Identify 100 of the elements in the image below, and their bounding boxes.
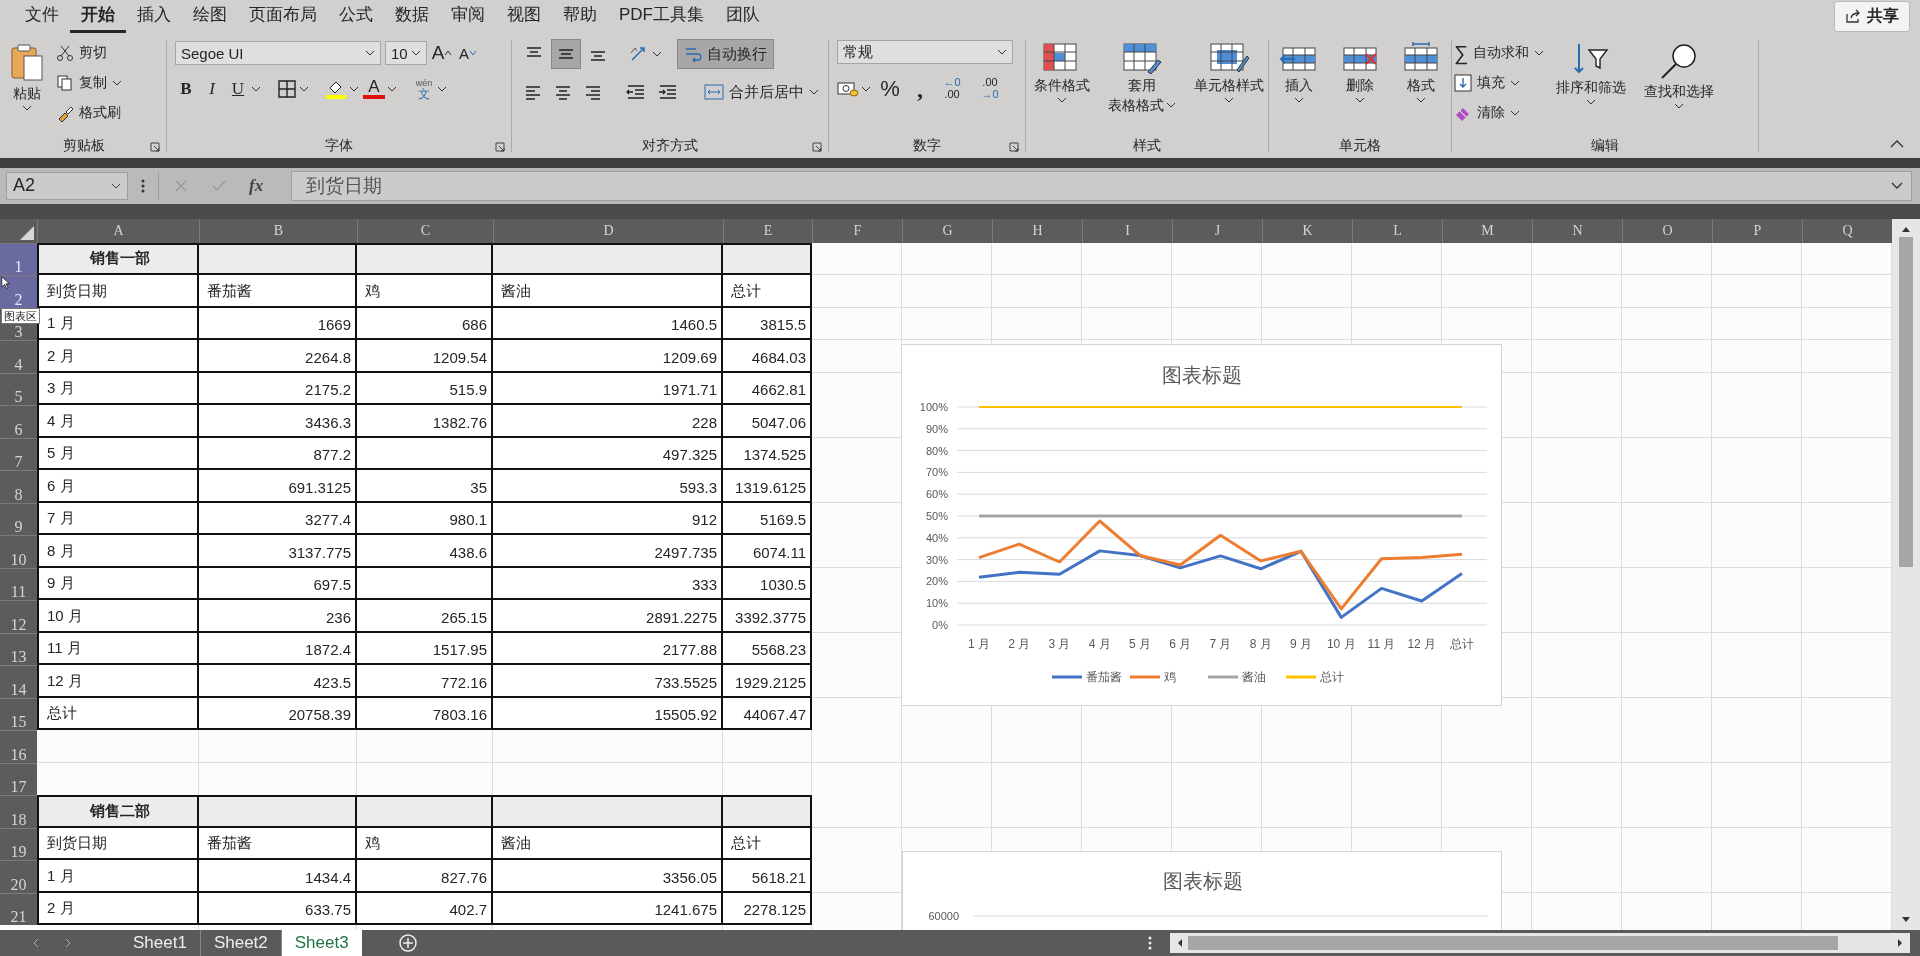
decrease-indent-icon[interactable] (625, 82, 647, 102)
name-box[interactable]: A2 (6, 171, 128, 200)
chart[interactable]: 图表标题 60000 (902, 850, 1502, 930)
column-header[interactable]: L (1352, 218, 1442, 243)
ribbon-tab[interactable]: 开始 (70, 0, 126, 33)
clear-button[interactable]: 清除 (1454, 100, 1545, 126)
line-chart[interactable]: 图表标题 0% 10% 20% 30% 40% 50% 60% 70% 80% 90% 100% 1 月 2 月 3 月 4 月 5 月 6 月 7 月 8 月 9 月 10 月 11 月 12 月 总计 番茄酱 鸡 酱油 总计 (901, 343, 1502, 706)
style-button[interactable]: 单元格样式 (1188, 40, 1270, 105)
font-size-dropdown[interactable]: 10 (385, 41, 427, 65)
fill-button[interactable]: 填充 (1454, 70, 1545, 96)
cut-button[interactable]: 剪切 (56, 40, 122, 66)
cells-button[interactable]: 插入 (1272, 40, 1325, 105)
sort-filter-button[interactable]: 排序和筛选 (1550, 40, 1633, 107)
row-header[interactable]: 9 (0, 502, 37, 536)
row-header[interactable]: 17 (0, 762, 37, 796)
ribbon-tab[interactable]: 公式 (328, 0, 384, 33)
decrease-font-button[interactable]: A (457, 40, 479, 66)
borders-icon[interactable] (277, 79, 297, 99)
formula-input[interactable]: 到货日期 (291, 170, 1912, 201)
row-header[interactable]: 6 (0, 405, 37, 438)
dialog-launcher-icon[interactable] (495, 141, 505, 152)
row-header[interactable]: 19 (0, 827, 37, 861)
cells-button[interactable]: 删除 (1334, 40, 1386, 105)
share-button[interactable]: 共享 (1834, 0, 1910, 32)
ribbon-tab[interactable]: 绘图 (182, 0, 238, 33)
ribbon-tab[interactable]: 插入 (126, 0, 182, 33)
row-header[interactable]: 14 (0, 665, 37, 698)
font-style-button[interactable]: I (201, 76, 223, 102)
ribbon-tab[interactable]: 数据 (384, 0, 440, 33)
row-header[interactable]: 18 (0, 795, 37, 828)
font-color-button[interactable]: A (363, 79, 385, 99)
sheet-tab[interactable]: Sheet3 (281, 930, 362, 956)
find-select-button[interactable]: 查找和选择 (1638, 40, 1721, 111)
insert-function-button[interactable]: fx (249, 175, 264, 196)
ribbon-tab[interactable]: PDF工具集 (608, 0, 715, 33)
column-header[interactable]: K (1262, 218, 1352, 243)
column-header[interactable]: A (37, 218, 199, 243)
scrollbar-thumb[interactable] (1188, 936, 1838, 950)
row-header[interactable]: 16 (0, 730, 37, 763)
dialog-launcher-icon[interactable] (1009, 141, 1019, 152)
select-all-icon[interactable] (20, 225, 34, 240)
caret-icon[interactable] (251, 86, 261, 92)
row-header[interactable]: 15 (0, 697, 37, 731)
scroll-down-icon[interactable] (1900, 916, 1912, 924)
column-header[interactable]: M (1442, 218, 1532, 243)
accounting-icon[interactable] (837, 80, 859, 98)
style-button[interactable]: 套用 表格格式 (1102, 40, 1182, 116)
column-header[interactable]: B (199, 218, 357, 243)
row-header[interactable]: 4 (0, 340, 37, 373)
column-header[interactable]: D (493, 218, 723, 243)
caret-icon[interactable] (861, 86, 871, 92)
scrollbar-thumb[interactable] (1899, 236, 1913, 567)
caret-icon[interactable] (387, 86, 397, 92)
collapse-ribbon-icon[interactable] (1890, 139, 1904, 148)
column-header[interactable]: H (992, 218, 1082, 243)
merge-center-button[interactable]: 合并后居中 (698, 78, 825, 106)
increase-indent-icon[interactable] (657, 82, 679, 102)
row-header[interactable]: 10 (0, 535, 37, 568)
row-header[interactable]: 20 (0, 860, 37, 893)
splitter-icon[interactable] (1148, 935, 1152, 951)
column-header[interactable]: E (723, 218, 812, 243)
row-header[interactable]: 7 (0, 437, 37, 471)
decrease-decimal-button[interactable]: .00 →0 (973, 74, 1007, 104)
row-header[interactable]: 11 (0, 567, 37, 601)
column-header[interactable]: J (1172, 218, 1262, 243)
comma-style-button[interactable]: , (909, 76, 931, 102)
row-header[interactable]: 21 (0, 892, 37, 926)
row-header[interactable]: 5 (0, 372, 37, 406)
style-button[interactable]: 条件格式 (1028, 40, 1096, 105)
copy-button[interactable]: 复制 (56, 70, 122, 96)
expand-icon[interactable] (1891, 182, 1903, 190)
column-header[interactable]: N (1532, 218, 1622, 243)
column-header[interactable]: C (357, 218, 493, 243)
font-style-button[interactable]: B (175, 76, 197, 102)
row-header[interactable]: 8 (0, 470, 37, 503)
add-sheet-icon[interactable] (397, 933, 418, 953)
caret-icon[interactable] (349, 86, 359, 92)
row-header[interactable]: 2 (0, 275, 37, 308)
ribbon-tab[interactable]: 文件 (14, 0, 70, 33)
dialog-launcher-icon[interactable] (150, 141, 160, 152)
row-header[interactable]: 13 (0, 632, 37, 666)
ribbon-tab[interactable]: 审阅 (440, 0, 496, 33)
ribbon-tab[interactable]: 页面布局 (238, 0, 328, 33)
paste-button[interactable]: 粘贴 (4, 40, 50, 113)
number-format-dropdown[interactable]: 常规 (837, 40, 1013, 64)
ribbon-tab[interactable]: 团队 (715, 0, 771, 33)
autosum-button[interactable]: ∑ 自动求和 (1454, 40, 1545, 66)
next-sheet-icon[interactable] (64, 938, 72, 948)
previous-sheet-icon[interactable] (32, 938, 40, 948)
column-header[interactable]: O (1622, 218, 1712, 243)
font-family-dropdown[interactable]: Segoe UI (175, 41, 381, 65)
percent-button[interactable]: % (875, 76, 905, 102)
wrap-text-button[interactable]: 自动换行 (678, 40, 773, 68)
font-style-button[interactable]: U (227, 76, 249, 102)
caret-icon[interactable] (652, 51, 662, 57)
scroll-right-icon[interactable] (1896, 938, 1904, 948)
column-header[interactable]: P (1712, 218, 1802, 243)
ribbon-tab[interactable]: 帮助 (552, 0, 608, 33)
column-header[interactable]: I (1082, 218, 1172, 243)
dialog-launcher-icon[interactable] (812, 141, 822, 152)
